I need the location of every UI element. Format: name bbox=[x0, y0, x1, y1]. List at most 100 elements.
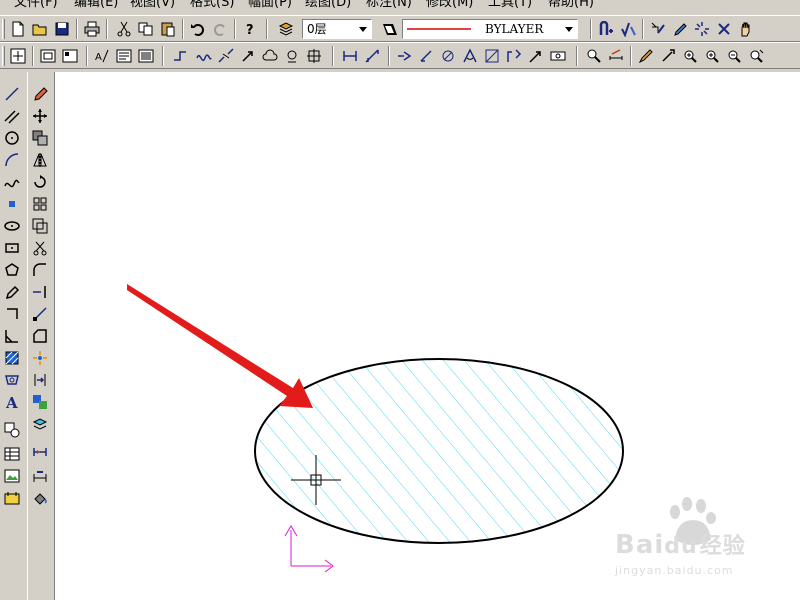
zoom-in-icon[interactable] bbox=[702, 46, 722, 66]
hatch-tool-icon[interactable] bbox=[2, 348, 22, 368]
paint-bucket-icon[interactable] bbox=[30, 488, 50, 508]
zoom-previous-icon[interactable] bbox=[746, 46, 766, 66]
print-icon[interactable] bbox=[82, 19, 102, 39]
hatched-ellipse[interactable] bbox=[245, 352, 635, 552]
color-icon[interactable] bbox=[380, 19, 400, 39]
zoom-out-icon[interactable] bbox=[724, 46, 744, 66]
menu-format[interactable]: 格式(S) bbox=[190, 0, 234, 11]
paste-icon[interactable] bbox=[158, 19, 178, 39]
undo-icon[interactable] bbox=[188, 19, 208, 39]
layer-manager-icon[interactable] bbox=[276, 19, 296, 39]
chamfer-icon[interactable] bbox=[30, 326, 50, 346]
align-icon[interactable] bbox=[30, 370, 50, 390]
corner-tool-icon[interactable] bbox=[2, 304, 22, 324]
arc-tool-icon[interactable] bbox=[2, 150, 22, 170]
polygon-tool-icon[interactable] bbox=[2, 260, 22, 280]
polyline-icon[interactable] bbox=[170, 46, 190, 66]
check-properties-icon[interactable] bbox=[618, 19, 638, 39]
dimension-ordinate-icon[interactable] bbox=[394, 46, 414, 66]
redo-icon[interactable] bbox=[210, 19, 230, 39]
angle-tool-icon[interactable] bbox=[2, 326, 22, 346]
dimension-radius-icon[interactable] bbox=[416, 46, 436, 66]
open-folder-icon[interactable] bbox=[30, 19, 50, 39]
chevron-down-icon[interactable] bbox=[561, 20, 577, 38]
leader-icon[interactable] bbox=[526, 46, 546, 66]
copy-icon[interactable] bbox=[136, 19, 156, 39]
dimension-diameter-icon[interactable] bbox=[438, 46, 458, 66]
spline-icon[interactable] bbox=[194, 46, 214, 66]
dimension-style-icon[interactable] bbox=[30, 466, 50, 486]
pointer-icon[interactable] bbox=[238, 46, 258, 66]
text-edit-icon[interactable] bbox=[114, 46, 134, 66]
edit-object-icon[interactable] bbox=[648, 19, 668, 39]
drawing-canvas[interactable]: Baidu经验 jingyan.baidu.com bbox=[54, 72, 800, 600]
measure-distance-icon[interactable] bbox=[606, 46, 626, 66]
parallel-line-icon[interactable] bbox=[2, 106, 22, 126]
line-tool-icon[interactable] bbox=[2, 84, 22, 104]
insert-image-icon[interactable] bbox=[2, 466, 22, 486]
dimension-baseline-icon[interactable] bbox=[482, 46, 502, 66]
search-magnifier-icon[interactable] bbox=[584, 46, 604, 66]
toolbar-grip[interactable] bbox=[2, 46, 5, 66]
rotate-icon[interactable] bbox=[30, 172, 50, 192]
move-icon[interactable] bbox=[30, 106, 50, 126]
purge-icon[interactable] bbox=[714, 19, 734, 39]
menu-file[interactable]: 文件(F) bbox=[14, 0, 58, 11]
boundary-icon[interactable] bbox=[304, 46, 324, 66]
block-insert-icon[interactable] bbox=[136, 46, 156, 66]
zoom-all-icon[interactable] bbox=[60, 46, 80, 66]
help-icon[interactable]: ? bbox=[240, 19, 260, 39]
block-create-icon[interactable] bbox=[2, 420, 22, 440]
menu-tools[interactable]: 工具(T) bbox=[488, 0, 532, 11]
text-style-icon[interactable]: A bbox=[92, 46, 112, 66]
draw-order-icon[interactable] bbox=[30, 392, 50, 412]
copy-object-icon[interactable] bbox=[30, 128, 50, 148]
text-tool-icon[interactable]: A bbox=[2, 392, 22, 412]
explode-icon[interactable] bbox=[692, 19, 712, 39]
rectangle-tool-icon[interactable] bbox=[2, 238, 22, 258]
pan-hand-icon[interactable] bbox=[736, 19, 756, 39]
point-tool-icon[interactable] bbox=[2, 194, 22, 214]
offset-icon[interactable] bbox=[30, 216, 50, 236]
dimension-angle-icon[interactable] bbox=[460, 46, 480, 66]
dimension-continue-icon[interactable] bbox=[504, 46, 524, 66]
chevron-down-icon[interactable] bbox=[355, 20, 371, 38]
insert-ole-icon[interactable] bbox=[2, 488, 22, 508]
zoom-extents-icon[interactable] bbox=[8, 46, 28, 66]
layer-walk-icon[interactable] bbox=[30, 414, 50, 434]
array-icon[interactable] bbox=[30, 194, 50, 214]
extend-icon[interactable] bbox=[30, 282, 50, 302]
tolerance-icon[interactable] bbox=[548, 46, 568, 66]
explode-object-icon[interactable] bbox=[30, 348, 50, 368]
ellipse-tool-icon[interactable] bbox=[2, 216, 22, 236]
toolbar-grip[interactable] bbox=[2, 19, 5, 39]
menu-edit[interactable]: 编辑(E) bbox=[74, 0, 118, 11]
menu-page[interactable]: 幅面(P) bbox=[248, 0, 292, 11]
hatch-pencil-icon[interactable] bbox=[2, 282, 22, 302]
zoom-realtime-icon[interactable] bbox=[680, 46, 700, 66]
pencil-draw-icon[interactable] bbox=[636, 46, 656, 66]
redraw-icon[interactable] bbox=[658, 46, 678, 66]
match-properties-icon[interactable] bbox=[596, 19, 616, 39]
wipeout-icon[interactable] bbox=[2, 370, 22, 390]
dimension-linear-icon[interactable] bbox=[340, 46, 360, 66]
zoom-window-icon[interactable] bbox=[38, 46, 58, 66]
linetype-combo[interactable]: BYLAYER bbox=[402, 19, 578, 39]
cut-icon[interactable] bbox=[114, 19, 134, 39]
save-icon[interactable] bbox=[52, 19, 72, 39]
region-icon[interactable] bbox=[282, 46, 302, 66]
dimension-edit-icon[interactable] bbox=[30, 442, 50, 462]
menu-help[interactable]: 帮助(H) bbox=[548, 0, 594, 11]
new-file-icon[interactable] bbox=[8, 19, 28, 39]
menu-draw[interactable]: 绘图(D) bbox=[305, 0, 351, 11]
pencil-icon[interactable] bbox=[670, 19, 690, 39]
fillet-icon[interactable] bbox=[30, 260, 50, 280]
mirror-icon[interactable] bbox=[30, 150, 50, 170]
table-tool-icon[interactable] bbox=[2, 444, 22, 464]
menu-dimension[interactable]: 标注(N) bbox=[366, 0, 412, 11]
dimension-aligned-icon[interactable] bbox=[362, 46, 382, 66]
layer-combo[interactable]: 0层 bbox=[302, 19, 372, 39]
menu-view[interactable]: 视图(V) bbox=[130, 0, 175, 11]
cloud-icon[interactable] bbox=[260, 46, 280, 66]
circle-tool-icon[interactable] bbox=[2, 128, 22, 148]
